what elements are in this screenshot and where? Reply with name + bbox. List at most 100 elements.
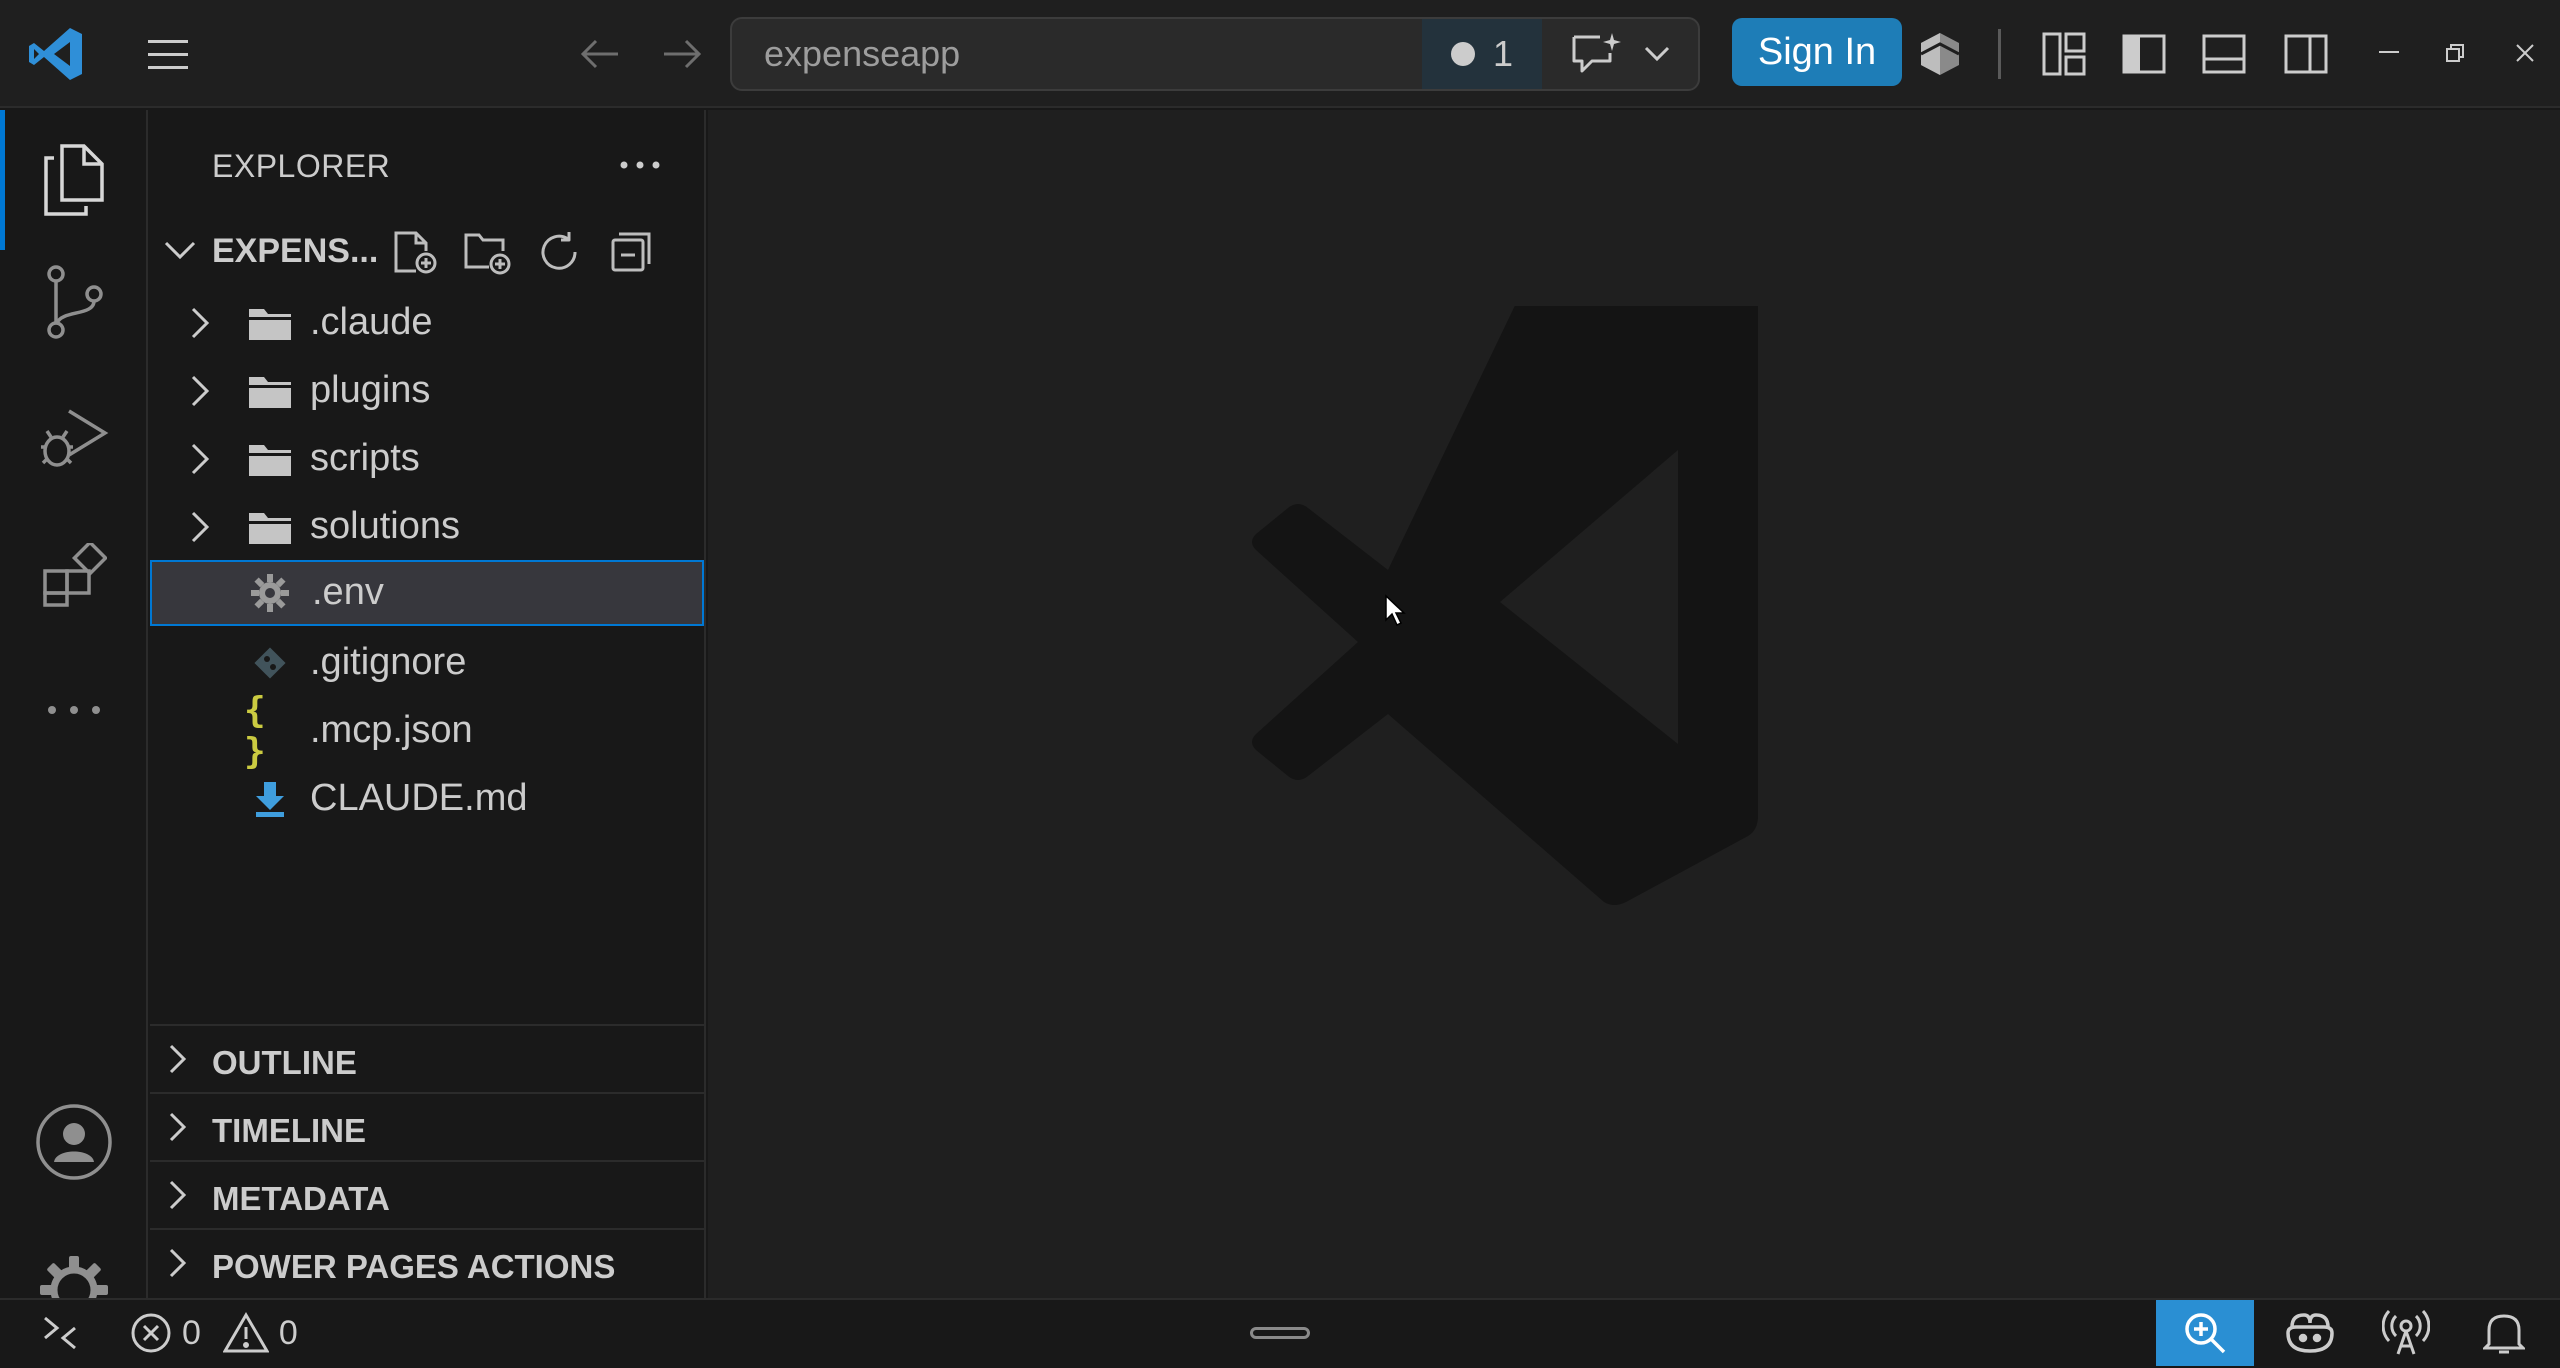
folder-icon (244, 303, 296, 343)
section-label: METADATA (212, 1180, 390, 1217)
tree-item-label: .gitignore (310, 641, 467, 683)
restore-icon[interactable] (2430, 30, 2480, 76)
chevron-right-icon (191, 375, 210, 407)
customize-layout-icon[interactable] (2036, 26, 2092, 82)
status-bar: 0 0 (0, 1298, 2560, 1368)
section-power-pages-actions[interactable]: POWER PAGES ACTIONS (150, 1228, 704, 1296)
zoom-button[interactable] (2156, 1300, 2254, 1366)
error-count: 0 (182, 1313, 201, 1352)
tree-item-file-selected[interactable]: .env (150, 560, 704, 626)
run-debug-activity[interactable] (0, 368, 148, 508)
remote-indicator[interactable] (30, 1300, 90, 1366)
close-icon[interactable] (2500, 30, 2550, 76)
more-activities[interactable] (0, 640, 148, 780)
copilot-icon (2286, 1313, 2334, 1353)
tree-item-folder[interactable]: solutions (150, 494, 704, 560)
workspace-folder-header[interactable]: EXPENS... (150, 220, 704, 282)
section-label: TIMELINE (212, 1112, 366, 1149)
tree-item-folder[interactable]: plugins (150, 358, 704, 424)
chevron-down-icon (164, 241, 196, 260)
search-text: expenseapp (764, 33, 961, 74)
dot-icon (1450, 42, 1475, 66)
chevron-right-icon (169, 1180, 187, 1210)
error-icon (131, 1313, 171, 1353)
tree-item-label: .claude (310, 301, 433, 343)
tree-item-file[interactable]: { } .mcp.json (150, 690, 704, 772)
active-indicator (0, 110, 5, 250)
tree-item-file[interactable]: .gitignore (150, 630, 704, 696)
chevron-down-icon[interactable] (1632, 27, 1682, 81)
gear-icon (244, 573, 296, 613)
explorer-sidebar: EXPLORER EXPENS... .claude plugins scrip… (150, 110, 706, 1298)
panel-resize-handle[interactable] (1248, 1300, 1312, 1366)
toggle-panel-icon[interactable] (2196, 26, 2252, 82)
forward-arrow-icon[interactable] (652, 26, 712, 82)
section-label: OUTLINE (212, 1044, 357, 1081)
tree-item-file[interactable]: CLAUDE.md (150, 766, 704, 832)
section-metadata[interactable]: METADATA (150, 1160, 704, 1228)
remote-icon (44, 1316, 76, 1350)
mouse-cursor-icon (1385, 594, 1406, 627)
refresh-button[interactable] (534, 228, 584, 276)
minimize-icon[interactable] (2364, 30, 2414, 76)
new-folder-button[interactable] (462, 228, 512, 276)
accounts-activity[interactable] (0, 1072, 148, 1212)
new-file-button[interactable] (390, 228, 440, 276)
editor-area[interactable] (708, 110, 2560, 1298)
changes-badge[interactable]: 1 (1422, 19, 1542, 89)
braces-icon: { } (244, 690, 266, 772)
toggle-secondary-sidebar-icon[interactable] (2278, 26, 2334, 82)
section-label: POWER PAGES ACTIONS (212, 1248, 616, 1285)
folder-icon (244, 371, 296, 411)
refresh-icon (541, 232, 577, 270)
broadcast-icon (2382, 1310, 2430, 1355)
title-bar: expenseapp 1 Sign In (0, 0, 2560, 108)
tree-item-label: scripts (310, 437, 420, 479)
vscode-watermark-icon (1252, 306, 1758, 905)
tree-item-label: .mcp.json (310, 709, 473, 751)
ellipsis-icon (48, 706, 100, 714)
extensions-activity[interactable] (0, 506, 148, 646)
copilot-status[interactable] (2278, 1300, 2342, 1366)
chevron-right-icon (169, 1044, 187, 1074)
chevron-right-icon (191, 511, 210, 543)
section-outline[interactable]: OUTLINE (150, 1024, 704, 1092)
ellipsis-icon (620, 161, 660, 169)
notifications-status[interactable] (2472, 1300, 2536, 1366)
views-more-actions[interactable] (610, 140, 670, 190)
git-icon (244, 643, 296, 683)
command-center-search[interactable]: expenseapp 1 (730, 17, 1700, 91)
activity-bar (0, 110, 148, 1324)
tree-item-label: CLAUDE.md (310, 777, 528, 819)
explorer-activity[interactable] (0, 110, 148, 250)
run-debug-icon (41, 409, 109, 467)
workspace-folder-name: EXPENS... (212, 232, 379, 270)
sign-in-button[interactable]: Sign In (1732, 18, 1902, 86)
tree-item-folder[interactable]: scripts (150, 426, 704, 492)
source-control-activity[interactable] (0, 232, 148, 372)
collapse-all-button[interactable] (606, 228, 656, 276)
zoom-in-icon (2185, 1313, 2226, 1354)
menu-icon[interactable] (136, 22, 200, 86)
chat-sparkle-icon[interactable] (1562, 27, 1632, 81)
accounts-cube-icon[interactable] (1912, 26, 1968, 82)
problems-indicator[interactable]: 0 0 (130, 1300, 298, 1366)
tree-item-folder[interactable]: .claude (150, 290, 704, 356)
toggle-primary-sidebar-icon[interactable] (2116, 26, 2172, 82)
source-control-icon (47, 265, 103, 339)
explorer-title: EXPLORER (212, 148, 391, 184)
back-arrow-icon[interactable] (570, 26, 630, 82)
warning-count: 0 (278, 1313, 298, 1352)
tree-item-label: solutions (310, 505, 460, 547)
new-folder-icon (464, 233, 511, 275)
chevron-right-icon (169, 1112, 187, 1142)
badge-count: 1 (1492, 33, 1514, 74)
broadcast-status[interactable] (2374, 1300, 2438, 1366)
chevron-right-icon (169, 1248, 187, 1278)
separator (1998, 29, 2001, 79)
section-timeline[interactable]: TIMELINE (150, 1092, 704, 1160)
folder-icon (244, 507, 296, 547)
folder-icon (244, 439, 296, 479)
account-icon (36, 1104, 112, 1180)
drag-handle-icon (1250, 1327, 1310, 1339)
